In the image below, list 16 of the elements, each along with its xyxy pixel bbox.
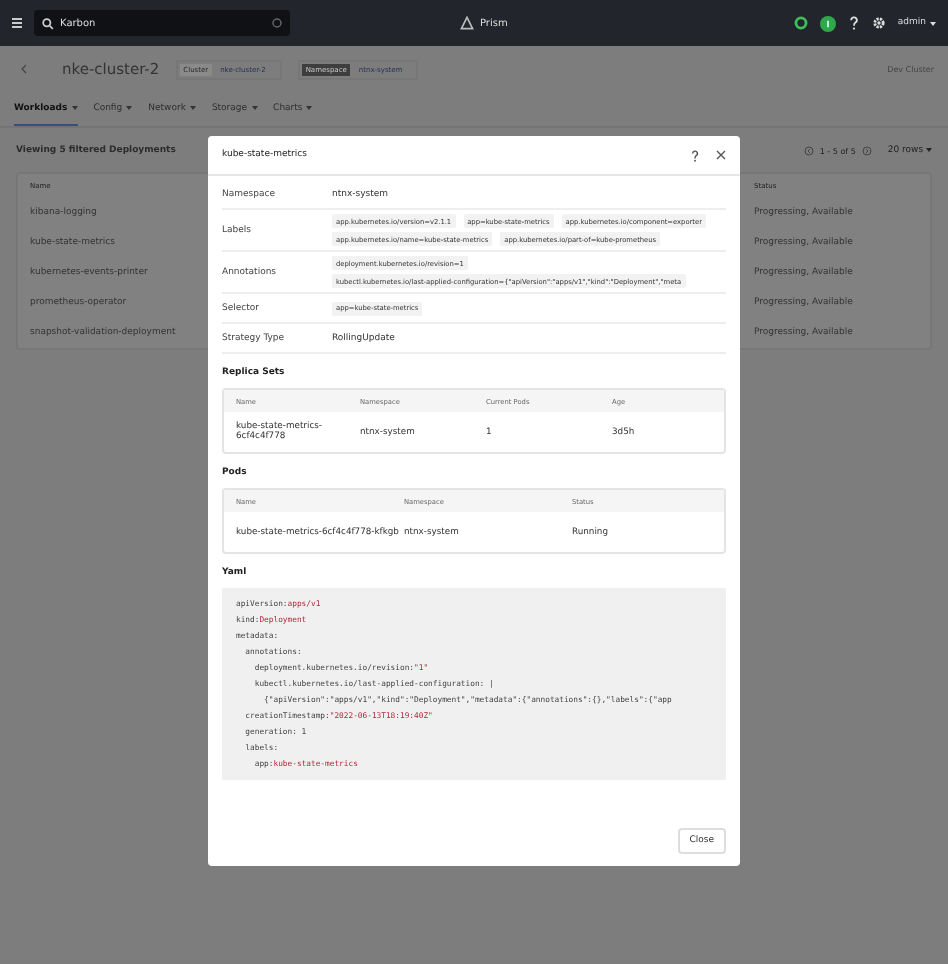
status-ring-icon[interactable] [793, 16, 808, 30]
caret-icon [251, 106, 258, 110]
close-icon[interactable] [716, 150, 726, 160]
caret-icon [189, 106, 196, 110]
caret-icon [71, 106, 78, 110]
status-badge-icon[interactable] [819, 15, 836, 31]
prism-logo-icon [460, 16, 474, 30]
help-icon[interactable] [690, 149, 700, 161]
search-icon [42, 17, 54, 29]
caret-icon [306, 106, 313, 110]
caret-icon [126, 106, 133, 110]
settings-icon[interactable] [871, 16, 886, 30]
clear-icon[interactable] [272, 18, 282, 28]
caret-icon [930, 21, 936, 25]
caret-icon [926, 147, 932, 151]
menu-icon[interactable] [12, 18, 22, 28]
